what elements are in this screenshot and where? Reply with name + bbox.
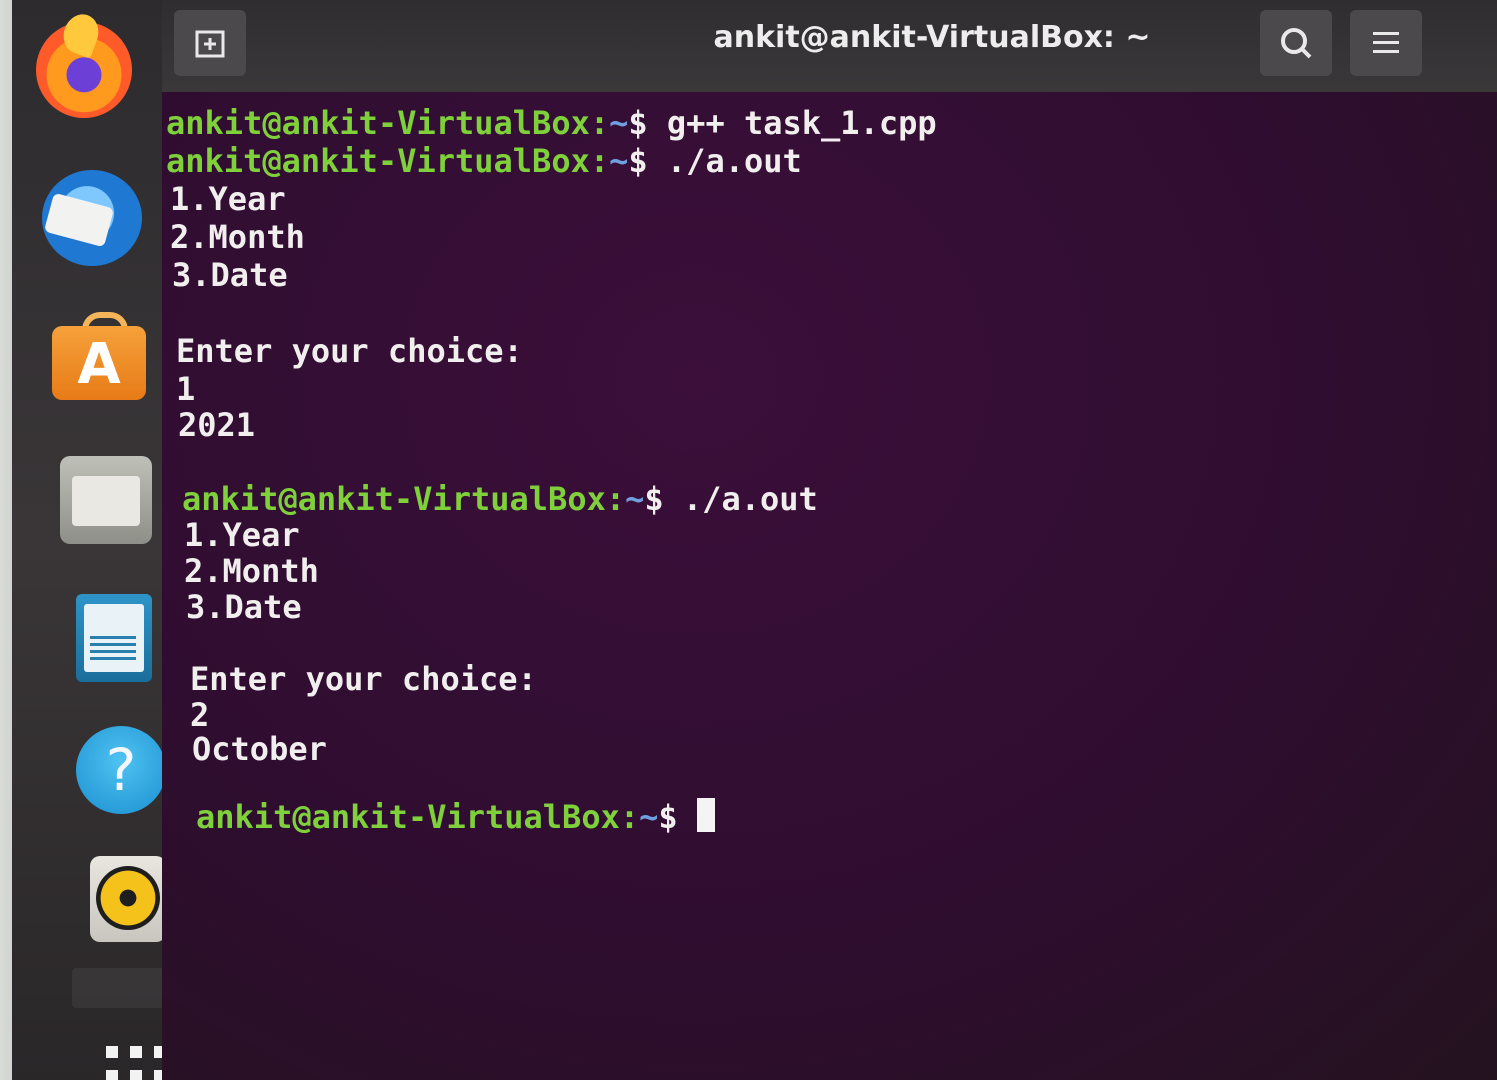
terminal-line: ankit@ankit-VirtualBox:~$ ./a.out bbox=[166, 142, 802, 180]
terminal-line: 1.Year bbox=[170, 180, 286, 218]
terminal-line: October bbox=[192, 730, 327, 768]
terminal-line: 2.Month bbox=[184, 552, 319, 590]
terminal-output[interactable]: ankit@ankit-VirtualBox:~$ g++ task_1.cpp… bbox=[166, 96, 1486, 856]
window-title: ankit@ankit-VirtualBox: ~ bbox=[713, 20, 1151, 55]
firefox-icon[interactable] bbox=[36, 22, 132, 118]
terminal-line: 2 bbox=[190, 696, 210, 734]
terminal-line: 1.Year bbox=[184, 516, 300, 554]
new-tab-icon bbox=[195, 30, 225, 58]
search-button[interactable] bbox=[1260, 10, 1332, 76]
software-store-glyph: A bbox=[77, 332, 121, 397]
terminal-window[interactable]: ankit@ankit-VirtualBox: ~ ankit@ankit-Vi… bbox=[162, 0, 1497, 1080]
terminal-line: Enter your choice: bbox=[190, 660, 537, 698]
help-glyph: ? bbox=[105, 736, 137, 804]
search-icon bbox=[1281, 28, 1312, 59]
terminal-line: 1 bbox=[176, 370, 196, 408]
help-icon[interactable]: ? bbox=[76, 726, 166, 814]
terminal-line: 2021 bbox=[178, 406, 256, 444]
terminal-line: ankit@ankit-VirtualBox:~$ ./a.out bbox=[182, 480, 818, 518]
software-store-icon[interactable]: A bbox=[52, 312, 146, 400]
writer-document-icon[interactable] bbox=[76, 594, 152, 682]
apps-grid-icon[interactable] bbox=[106, 1046, 170, 1080]
terminal-line: 2.Month bbox=[170, 218, 305, 256]
terminal-line: Enter your choice: bbox=[176, 332, 523, 370]
terminal-line: ankit@ankit-VirtualBox:~$ bbox=[196, 798, 715, 836]
text-cursor bbox=[696, 798, 715, 832]
terminal-line: 3.Date bbox=[172, 256, 288, 294]
hamburger-menu-button[interactable] bbox=[1350, 10, 1422, 76]
rhythmbox-icon[interactable] bbox=[90, 856, 166, 942]
new-tab-button[interactable] bbox=[174, 10, 246, 76]
terminal-line: 3.Date bbox=[186, 588, 302, 626]
files-folder-icon[interactable] bbox=[60, 456, 152, 544]
thunderbird-icon[interactable] bbox=[42, 170, 142, 266]
terminal-titlebar: ankit@ankit-VirtualBox: ~ bbox=[162, 0, 1497, 92]
terminal-line: ankit@ankit-VirtualBox:~$ g++ task_1.cpp bbox=[166, 104, 937, 142]
hamburger-menu-icon bbox=[1373, 32, 1399, 53]
